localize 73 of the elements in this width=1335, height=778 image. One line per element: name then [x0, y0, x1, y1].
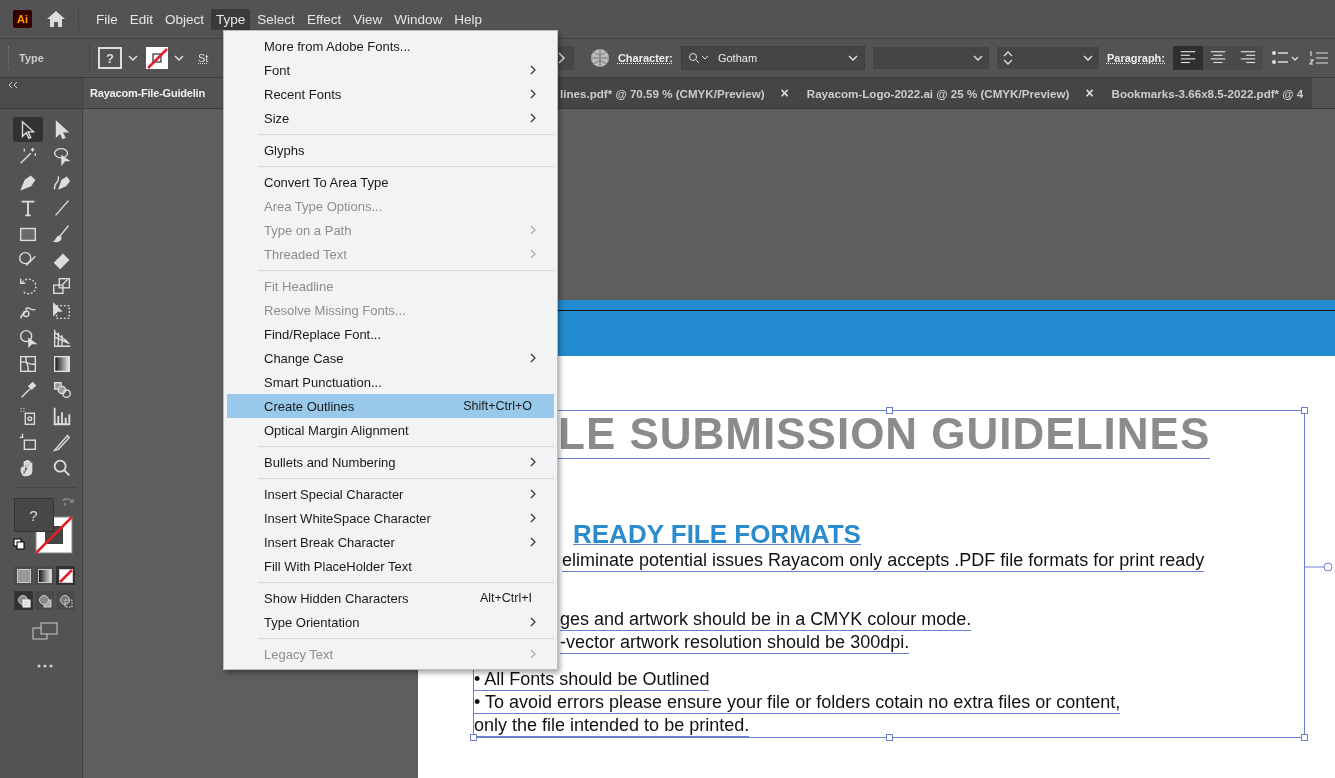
menu-item[interactable]: Recent Fonts — [227, 82, 554, 106]
default-colors-icon[interactable] — [12, 538, 25, 550]
menu-bar-item[interactable]: Help — [449, 8, 487, 30]
home-icon[interactable] — [46, 10, 66, 28]
fill-swatch[interactable]: ? — [13, 498, 54, 532]
menu-bar-item[interactable]: View — [348, 8, 388, 30]
caret-icon — [847, 55, 858, 61]
menu-item[interactable]: Create Outlines Shift+Ctrl+O — [227, 394, 554, 418]
menu-item[interactable]: Convert To Area Type — [227, 170, 554, 194]
menu-item[interactable]: Insert WhiteSpace Character — [227, 506, 554, 530]
menu-item[interactable]: Smart Punctuation... — [227, 370, 554, 394]
menu-item[interactable]: Bullets and Numbering — [227, 450, 554, 474]
menu-item[interactable]: Fill With PlaceHolder Text — [227, 554, 554, 578]
body-text-line: ges and artwork should be in a CMYK colour mode. — [560, 608, 972, 631]
color-mode-button[interactable] — [14, 566, 33, 585]
menu-bar-item[interactable]: File — [91, 8, 123, 30]
menu-bar-item[interactable]: Window — [389, 8, 448, 30]
numbered-list-icon[interactable] — [1309, 49, 1331, 67]
font-field[interactable]: Gotham — [680, 46, 865, 70]
align-right-button[interactable] — [1233, 46, 1263, 70]
body-text-line: eliminate potential issues Rayacom only accepts .PDF file formats for print ready — [562, 549, 1205, 572]
align-center-button[interactable] — [1203, 46, 1233, 70]
character-label[interactable]: Character: — [617, 52, 673, 64]
caret-icon — [972, 55, 983, 61]
body-text-line: -vector artwork resolution should be 300dpi. — [560, 631, 910, 654]
menu-item[interactable]: Glyphs — [227, 138, 554, 162]
draw-normal-button[interactable] — [14, 591, 33, 610]
selection-tool-icon[interactable] — [12, 117, 43, 142]
menu-bar-item[interactable]: Effect — [301, 8, 347, 30]
menu-item[interactable]: Optical Margin Alignment — [227, 418, 554, 442]
menu-bar-item[interactable]: Edit — [124, 8, 159, 30]
fill-swatch[interactable]: ? — [98, 47, 122, 69]
menu-item[interactable]: Insert Break Character — [227, 530, 554, 554]
screen-mode-icon[interactable] — [31, 622, 58, 640]
globe-icon[interactable] — [589, 48, 610, 68]
stroke-none-swatch[interactable] — [146, 47, 168, 69]
caret-icon — [1082, 55, 1093, 61]
draw-behind-button[interactable] — [35, 591, 54, 610]
paragraph-label[interactable]: Paragraph: — [1106, 52, 1165, 64]
menu-bar-item[interactable]: Select — [252, 8, 300, 30]
document-tab[interactable]: Bookmarks-3.66x8.5-2022.pdf* @ 4 — [1102, 78, 1313, 108]
menu-bar-item[interactable]: Type — [211, 8, 251, 30]
font-size-field[interactable] — [996, 47, 1099, 69]
stroke-label[interactable]: St — [198, 52, 209, 64]
section-heading: READY FILE FORMATS — [573, 519, 861, 549]
close-tab-button[interactable]: × — [1085, 85, 1094, 101]
search-icon — [687, 52, 710, 64]
draw-inside-button[interactable] — [56, 591, 75, 610]
bullet-list-icon[interactable] — [1271, 49, 1301, 67]
more-options-icon[interactable] — [36, 664, 53, 668]
menu-item[interactable]: Font — [227, 58, 554, 82]
collapse-icon[interactable] — [8, 82, 18, 88]
menu-item[interactable]: More from Adobe Fonts... — [227, 34, 554, 58]
stepper-icon[interactable] — [1002, 50, 1013, 66]
out-port-handle[interactable] — [1304, 562, 1334, 572]
document-tab[interactable]: Rayacom-Logo-2022.ai @ 25 % (CMYK/Preview) × — [797, 78, 1103, 108]
menu-item[interactable]: Change Case — [227, 346, 554, 370]
menu-item[interactable]: Size — [227, 106, 554, 130]
menu-item[interactable]: Insert Special Character — [227, 482, 554, 506]
body-text-line: • To avoid errors please ensure your file or folders cotain no extra files or content, — [474, 691, 1121, 714]
menu-bar-item[interactable]: Object — [160, 8, 210, 30]
caret-icon[interactable] — [128, 55, 138, 61]
gradient-mode-button[interactable] — [35, 566, 54, 585]
menu-item[interactable]: Type Orientation — [227, 610, 554, 634]
menu-item[interactable]: Find/Replace Font... — [227, 322, 554, 346]
align-left-button[interactable] — [1173, 46, 1203, 70]
menu-item[interactable]: Show Hidden Characters Alt+Ctrl+I — [227, 586, 554, 610]
close-tab-button[interactable]: × — [780, 85, 789, 101]
caret-icon[interactable] — [174, 55, 184, 61]
none-mode-button[interactable] — [56, 566, 75, 585]
chevron-right-icon — [556, 52, 565, 64]
app-logo: Ai — [13, 10, 32, 28]
context-label: Type — [19, 52, 45, 64]
